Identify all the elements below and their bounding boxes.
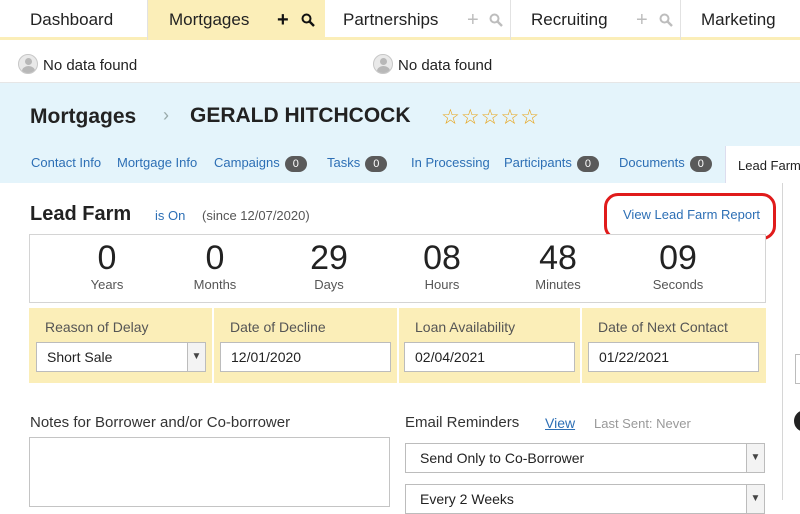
counter-minutes: 48 Minutes [508,239,608,293]
tab-mortgages-label: Mortgages [169,10,250,29]
loan-availability-field: Loan Availability 02/04/2021 [399,308,582,383]
tab-campaigns-label: Campaigns [214,155,280,170]
chevron-down-icon: ▼ [187,343,205,371]
lead-farm-fields: Reason of Delay Short Sale ▼ Date of Dec… [29,308,766,383]
counter-value: 09 [659,239,697,277]
tab-marketing[interactable]: Marketing [681,0,800,40]
date-of-next-contact-input[interactable]: 01/22/2021 [588,342,759,372]
tab-dashboard[interactable]: Dashboard [0,0,148,40]
counter-value: 29 [310,239,348,277]
date-of-decline-input[interactable]: 12/01/2020 [220,342,391,372]
rating-stars-icon[interactable]: ☆☆☆☆☆ [441,105,540,130]
notes-textarea[interactable] [29,437,390,507]
tab-mortgages[interactable]: Mortgages + [148,0,325,40]
co-owner-status-text: No data found [398,57,493,74]
email-reminders-label: Email Reminders [405,414,520,431]
loan-availability-input[interactable]: 02/04/2021 [404,342,575,372]
tab-contact-info[interactable]: Contact Info [31,155,101,170]
tab-mortgage-info[interactable]: Mortgage Info [117,155,197,170]
view-report-link[interactable]: View Lead Farm Report [623,207,760,222]
notes-label: Notes for Borrower and/or Co-borrower [30,414,291,431]
reason-of-delay-field: Reason of Delay Short Sale ▼ [29,308,214,383]
record-header: Mortgages › GERALD HITCHCOCK ☆☆☆☆☆ Conta… [0,83,800,183]
search-partnerships-icon[interactable] [489,0,503,43]
counter-value: 48 [539,239,577,277]
tab-partnerships[interactable]: Partnerships + [325,0,511,40]
tab-tasks-label: Tasks [327,155,361,170]
tab-recruiting[interactable]: Recruiting + [511,0,681,40]
section-title: Lead Farm [30,203,132,225]
counter-unit: Hours [424,277,460,292]
counter-value: 08 [423,239,461,277]
tab-participants[interactable]: Participants 0 [504,155,600,172]
add-partnership-icon[interactable]: + [467,0,479,40]
lead-farm-status-link[interactable]: is On [155,208,185,223]
counter-value: 0 [97,239,117,277]
avatar [373,54,393,74]
select-value: Short Sale [47,349,113,365]
date-of-next-contact-field: Date of Next Contact 01/22/2021 [582,308,766,383]
field-label: Date of Next Contact [598,319,728,335]
campaigns-count-badge: 0 [284,156,307,172]
counter-unit: Months [193,277,237,292]
counter-value: 0 [205,239,225,277]
owner-status-text: No data found [43,57,138,74]
side-panel-input[interactable] [795,354,800,384]
participants-count-badge: 0 [576,156,600,172]
tab-in-processing[interactable]: In Processing [411,155,490,170]
counter-months: 0 Months [165,239,265,293]
breadcrumb-chevron-icon: › [163,105,169,125]
select-value: Send Only to Co-Borrower [420,450,585,466]
side-panel-divider [782,183,783,500]
tab-tasks[interactable]: Tasks 0 [327,155,388,172]
counter-years: 0 Years [57,239,157,293]
tab-recruiting-label: Recruiting [531,10,608,29]
avatar [18,54,38,74]
counter-days: 29 Days [279,239,379,293]
counter-seconds: 09 Seconds [628,239,728,293]
email-view-link[interactable]: View [545,415,575,431]
page-title: GERALD HITCHCOCK [190,104,411,127]
tab-dashboard-label: Dashboard [30,10,114,29]
tab-partnerships-label: Partnerships [343,10,439,29]
field-label: Date of Decline [230,319,326,335]
breadcrumb-module[interactable]: Mortgages [30,105,136,129]
tasks-count-badge: 0 [365,156,388,172]
search-mortgages-icon[interactable] [301,0,315,43]
module-nav: Dashboard Mortgages + Partnerships + Rec… [0,0,800,40]
chevron-down-icon: ▼ [746,444,764,472]
tab-marketing-label: Marketing [701,10,776,29]
tab-documents[interactable]: Documents 0 [619,155,712,172]
counter-unit: Years [90,277,124,292]
date-of-decline-field: Date of Decline 12/01/2020 [214,308,399,383]
lead-farm-since-text: (since 12/07/2020) [202,208,310,223]
assignee-row: No data found No data found [0,43,800,83]
frequency-select[interactable]: Every 2 Weeks ▼ [405,484,765,514]
field-label: Reason of Delay [45,319,149,335]
field-label: Loan Availability [415,319,516,335]
documents-count-badge: 0 [689,156,712,172]
last-sent-text: Last Sent: Never [594,416,691,431]
reason-of-delay-select[interactable]: Short Sale ▼ [36,342,206,372]
counter-unit: Minutes [535,277,581,292]
add-recruit-icon[interactable]: + [636,0,648,40]
add-mortgage-icon[interactable]: + [277,0,289,40]
search-recruiting-icon[interactable] [659,0,673,43]
elapsed-time-counter: 0 Years 0 Months 29 Days 08 Hours 48 Min… [29,234,766,303]
tab-lead-farm[interactable]: Lead Farm [725,146,800,183]
counter-hours: 08 Hours [392,239,492,293]
tab-documents-label: Documents [619,155,685,170]
send-to-select[interactable]: Send Only to Co-Borrower ▼ [405,443,765,473]
select-value: Every 2 Weeks [420,491,514,507]
counter-unit: Seconds [652,277,704,292]
side-panel-button[interactable] [794,410,800,432]
tab-campaigns[interactable]: Campaigns 0 [214,155,307,172]
counter-unit: Days [314,277,344,292]
chevron-down-icon: ▼ [746,485,764,513]
tab-participants-label: Participants [504,155,572,170]
